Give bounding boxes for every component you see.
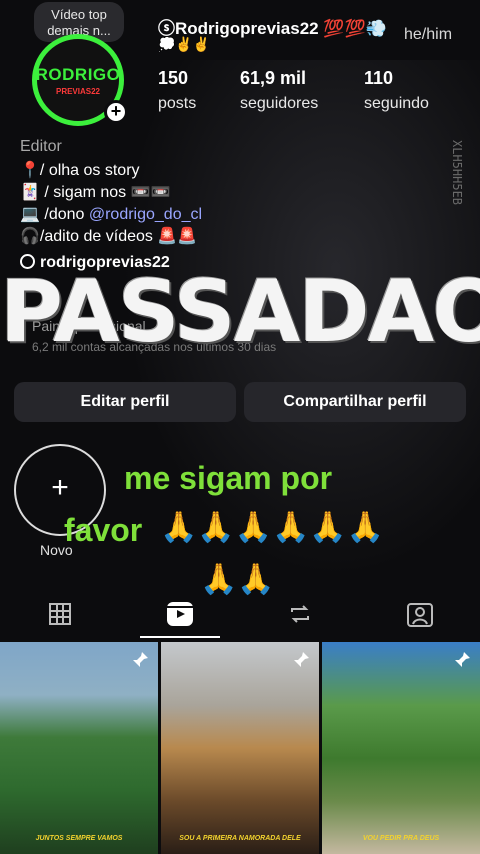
content-tabs	[0, 592, 480, 638]
overlay-caption-line-2: favor	[64, 512, 143, 548]
bio-line-2: 🃏 / sigam nos 📼📼	[20, 184, 171, 201]
edit-profile-button[interactable]: Editar perfil	[14, 382, 236, 422]
avatar-text: RODRIGO	[35, 64, 121, 84]
bio-line-4: 🎧/adito de vídeos 🚨🚨	[20, 228, 198, 245]
add-story-button[interactable]: +	[104, 100, 128, 124]
reposts-icon[interactable]	[280, 596, 320, 632]
praying-hands-row-1: 🙏🙏🙏🙏🙏🙏	[160, 511, 385, 544]
reel-caption: VOU PEDIR PRA DEUS	[362, 835, 440, 842]
stat-followers[interactable]: 61,9 mil seguidores	[240, 68, 318, 113]
reel-thumbnail[interactable]: SOU A PRIMEIRA NAMORADA DELE	[161, 642, 319, 854]
pin-icon	[452, 650, 472, 675]
reel-caption: JUNTOS SEMPRE VAMOS	[35, 835, 123, 842]
side-watermark: XLH5HH5EB	[450, 140, 464, 206]
followers-label: seguidores	[240, 95, 319, 112]
pronouns: he/him	[404, 26, 453, 43]
posts-label: posts	[158, 95, 197, 112]
bio-line-3: 💻 /dono @rodrigo_do_cl	[20, 204, 202, 226]
followers-count: 61,9 mil	[240, 68, 307, 88]
username-emoji: 💭✌️✌️	[158, 36, 211, 52]
overlay-title: PASSADAO	[0, 262, 480, 362]
posts-count: 150	[158, 68, 189, 88]
bio-line-1: 📍/ olha os story	[20, 162, 140, 179]
bio-mention-link[interactable]: @rodrigo_do_cl	[89, 206, 202, 223]
following-label: seguindo	[364, 95, 429, 112]
reel-thumbnail[interactable]: JUNTOS SEMPRE VAMOS	[0, 642, 158, 854]
plus-icon: +	[51, 471, 69, 504]
note-line-1: Vídeo top	[51, 7, 107, 22]
avatar-subtext: PREVIAS22	[55, 86, 101, 96]
reels-grid: JUNTOS SEMPRE VAMOS SOU A PRIMEIRA NAMOR…	[0, 642, 480, 854]
grid-icon[interactable]	[40, 596, 80, 632]
pin-icon	[130, 650, 150, 675]
reel-caption: SOU A PRIMEIRA NAMORADA DELE	[179, 835, 301, 842]
share-profile-button[interactable]: Compartilhar perfil	[244, 382, 466, 422]
reels-icon[interactable]	[160, 596, 200, 632]
bio-line-3-prefix: 💻 /dono	[20, 206, 89, 223]
reel-thumbnail[interactable]: VOU PEDIR PRA DEUS	[322, 642, 480, 854]
active-tab-indicator	[140, 636, 220, 638]
following-count: 110	[364, 68, 394, 88]
stat-following[interactable]: 110 seguindo	[364, 68, 429, 113]
pin-icon	[291, 650, 311, 675]
stat-posts[interactable]: 150 posts	[158, 68, 196, 113]
bio: 📍/ olha os story 🃏 / sigam nos 📼📼 💻 /don…	[20, 160, 202, 248]
overlay-caption-line-1: me sigam por	[124, 460, 333, 496]
profile-category: Editor	[20, 138, 62, 155]
tagged-icon[interactable]	[400, 596, 440, 632]
